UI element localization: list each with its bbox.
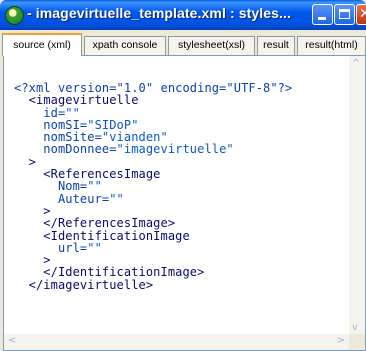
tab-stylesheet-xsl[interactable]: stylesheet(xsl) bbox=[168, 36, 255, 55]
code-token-val: "imagevirtuelle" bbox=[116, 142, 234, 157]
xml-code[interactable]: <?xml version="1.0" encoding="UTF-8"?> <… bbox=[14, 82, 292, 291]
xml-source-editor[interactable]: <?xml version="1.0" encoding="UTF-8"?> <… bbox=[3, 55, 366, 351]
tab-bar: source (xml) xpath console stylesheet(xs… bbox=[0, 30, 366, 57]
scroll-down-icon[interactable]: v bbox=[352, 322, 358, 333]
scroll-right-icon[interactable]: > bbox=[337, 335, 345, 346]
scroll-left-icon[interactable]: < bbox=[8, 335, 16, 346]
maximize-button[interactable] bbox=[334, 4, 355, 25]
code-token-val: "" bbox=[109, 191, 124, 206]
close-icon: ✕ bbox=[359, 6, 366, 22]
code-line: Auteur="" bbox=[14, 193, 292, 205]
horizontal-scrollbar[interactable]: < > bbox=[4, 334, 365, 350]
tab-source-xml[interactable]: source (xml) bbox=[2, 33, 82, 56]
maximize-icon bbox=[339, 9, 350, 19]
code-line: </imagevirtuelle> bbox=[14, 279, 292, 291]
title-bar[interactable]: - imagevirtuelle_template.xml : styles..… bbox=[0, 0, 366, 30]
scroll-up-icon[interactable]: ^ bbox=[352, 58, 360, 69]
code-token-val: "" bbox=[87, 240, 102, 255]
tab-result-html[interactable]: result(html) bbox=[297, 36, 366, 55]
code-token-tag: </imagevirtuelle> bbox=[14, 277, 154, 292]
window-title: - imagevirtuelle_template.xml : styles..… bbox=[27, 5, 291, 21]
scrollbar-corner bbox=[349, 334, 365, 350]
code-line: url="" bbox=[14, 242, 292, 254]
code-line: nomDonnee="imagevirtuelle" bbox=[14, 143, 292, 155]
minimize-button[interactable] bbox=[312, 4, 333, 25]
close-button[interactable]: ✕ bbox=[356, 4, 366, 25]
app-globe-icon[interactable] bbox=[5, 6, 24, 25]
tab-result[interactable]: result bbox=[257, 36, 295, 55]
tab-xpath-console[interactable]: xpath console bbox=[84, 36, 166, 55]
xml-editor-window: - imagevirtuelle_template.xml : styles..… bbox=[0, 0, 366, 351]
minimize-icon bbox=[318, 17, 326, 20]
vertical-scrollbar[interactable]: ^ v bbox=[349, 56, 365, 335]
